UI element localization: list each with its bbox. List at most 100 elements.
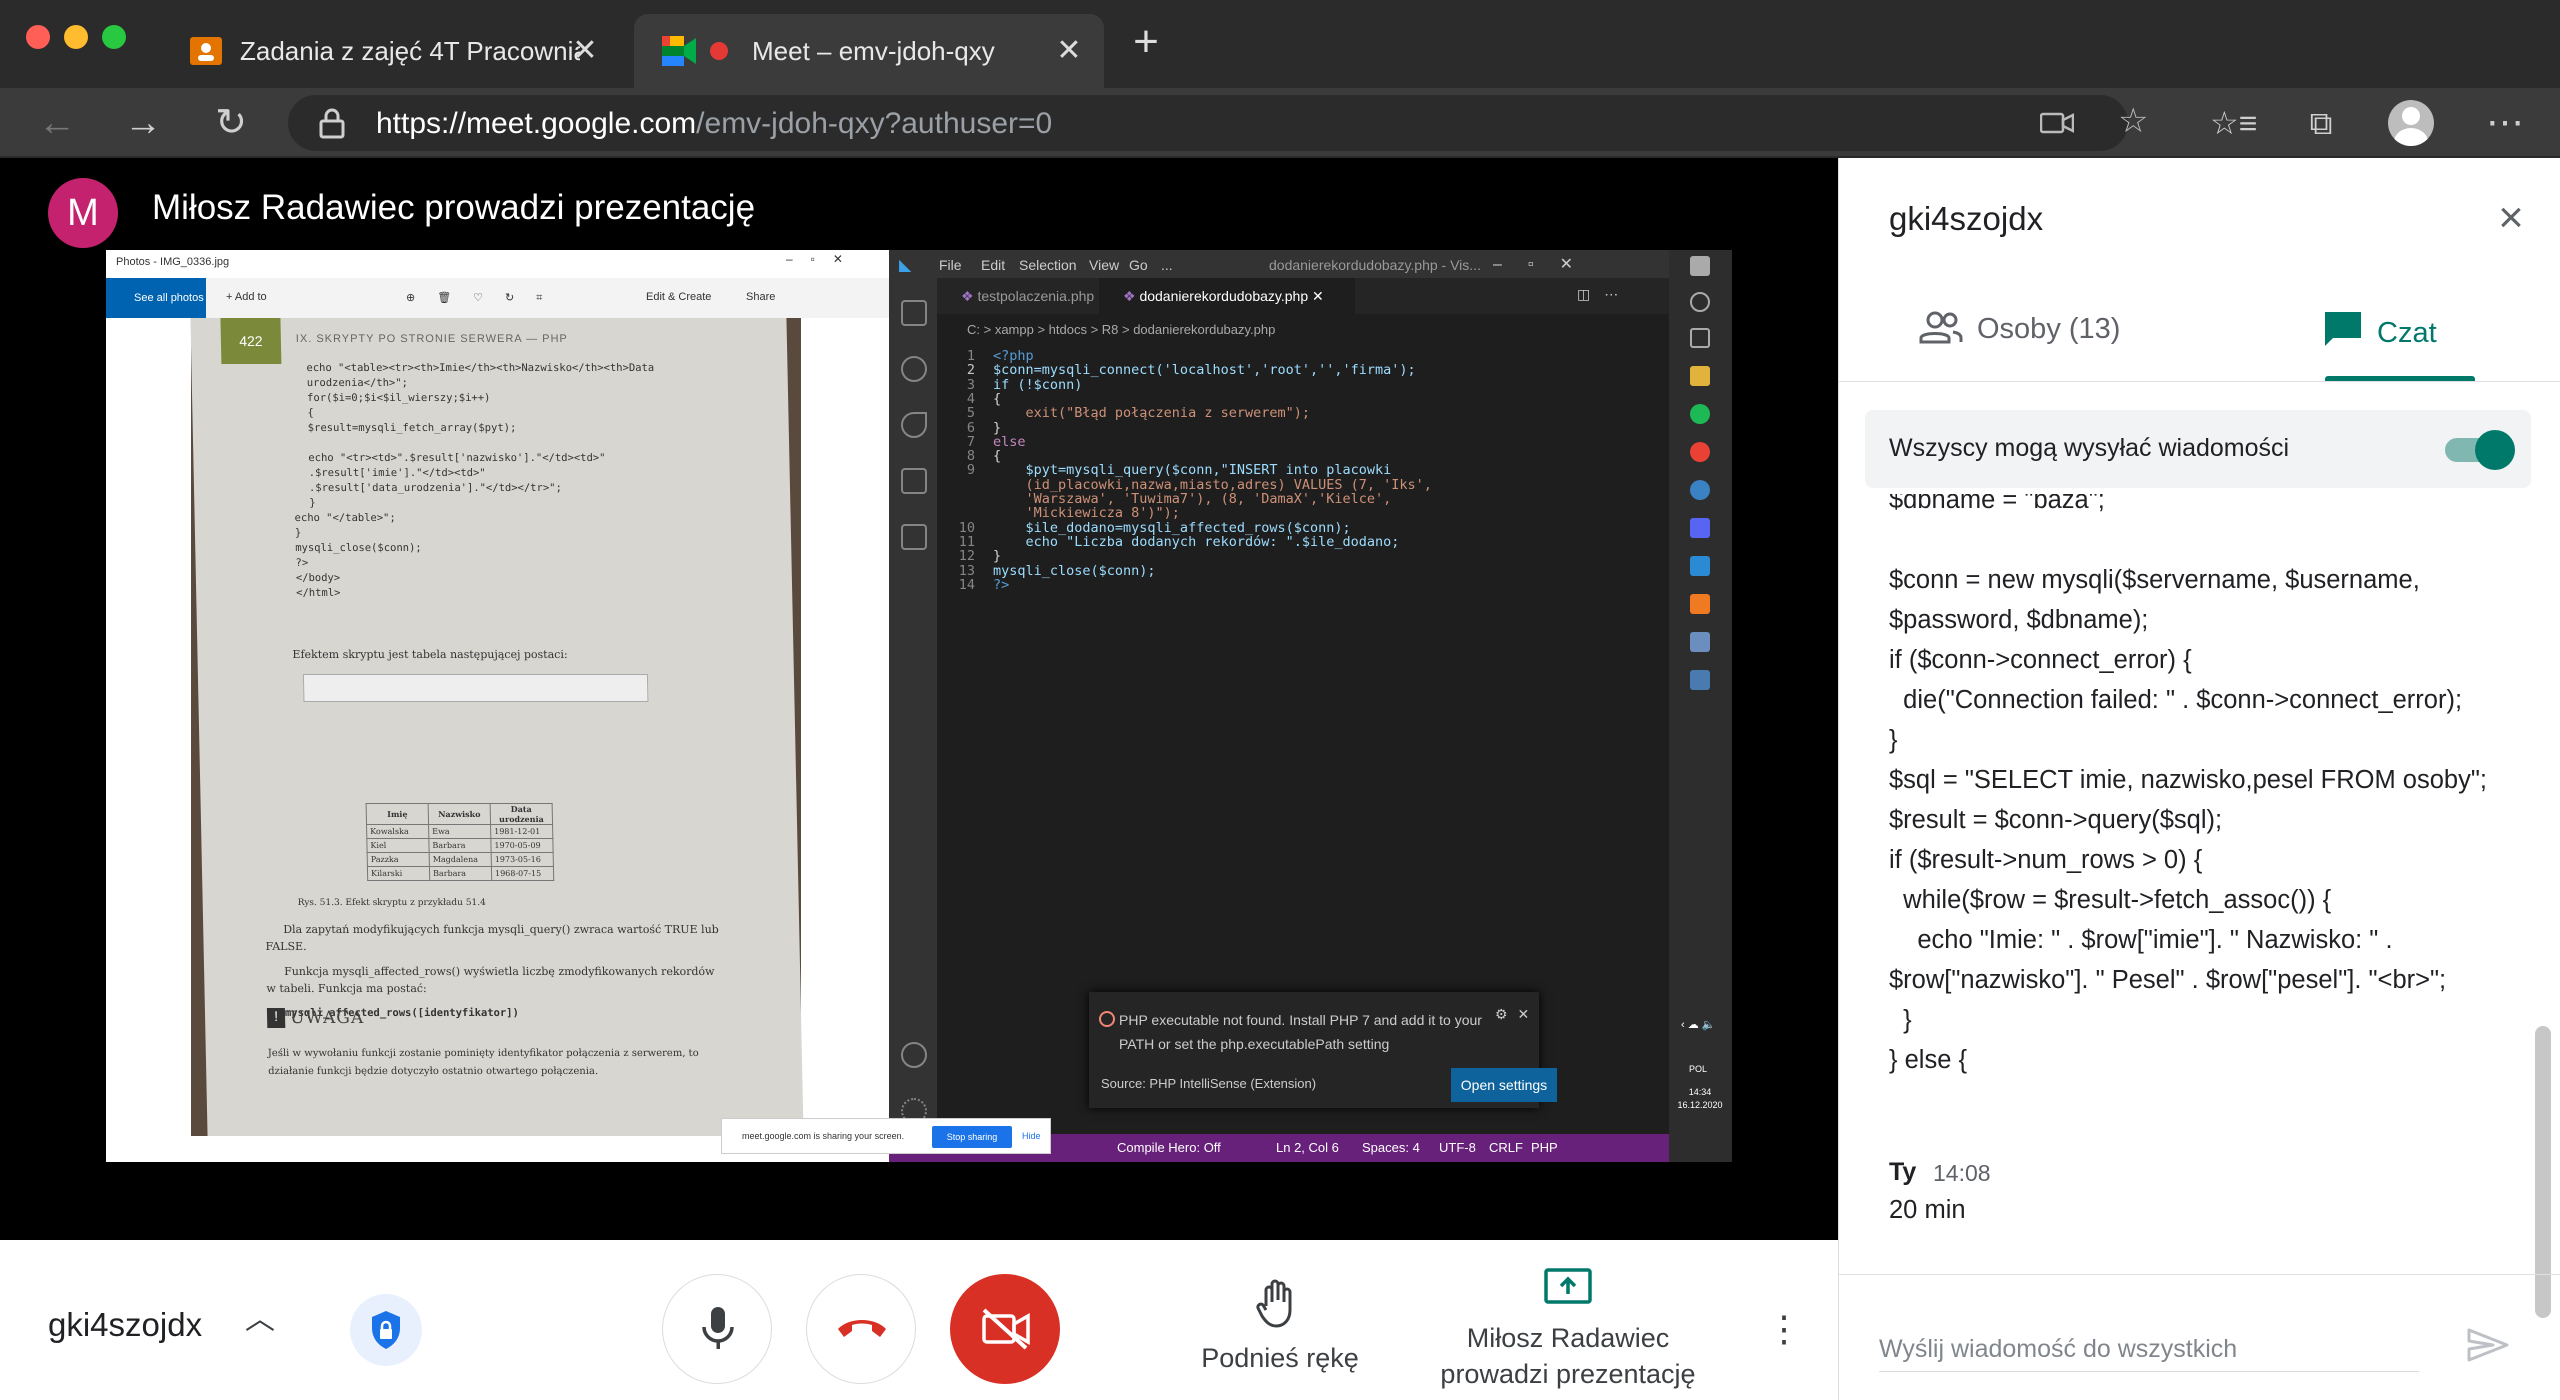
book-table: Imię Nazwisko Data urodzenia Kowalska Ewa 19… — [366, 803, 555, 881]
uwaga-text-1: Jeśli w wywołaniu funkcji zostanie pomin… — [267, 1048, 699, 1059]
more-menu-icon[interactable]: ⋯ — [2482, 100, 2528, 146]
book-code-line: .$result['imie']."</td><td>" — [308, 467, 486, 479]
status-encoding: UTF-8 — [1439, 1140, 1476, 1155]
message-time: 14:08 — [1933, 1160, 1991, 1186]
uwaga-heading: UWAGA — [289, 1008, 365, 1028]
vscode-activity-bar — [889, 278, 937, 1134]
table-cell: Kilarski — [367, 866, 430, 881]
raise-hand-icon[interactable] — [1256, 1278, 1302, 1330]
vscode-taskbar-icon — [1690, 556, 1710, 576]
close-tab-icon[interactable]: ✕ — [570, 36, 600, 66]
vscode-code-editor: 1 <?php 2 $conn=mysqli_connect('localhost',… — [937, 348, 1637, 848]
code-line: exit("Błąd połączenia z serwerem"); — [993, 405, 1310, 422]
raise-hand-label[interactable]: Podnieś rękę — [1180, 1340, 1380, 1376]
browser-icon — [1690, 480, 1710, 500]
classroom-icon — [190, 37, 222, 65]
source-control-icon — [901, 412, 927, 438]
table-cell: Magdalena — [429, 852, 492, 867]
presentation-stage: M Miłosz Radawiec prowadzi prezentację P… — [0, 158, 1838, 1240]
code-line: echo "Liczba dodanych rekordów: ".$ile_d… — [993, 533, 1400, 550]
close-window-button[interactable] — [26, 25, 50, 49]
meeting-code: gki4szojdx — [48, 1306, 203, 1343]
table-cell: Pazzka — [367, 852, 430, 867]
profile-avatar[interactable] — [2388, 100, 2434, 146]
browser-tab-bar: Zadania z zajęć 4T Pracownia ✕ Meet – em… — [0, 0, 2560, 88]
menu-edit: Edit — [981, 257, 1006, 273]
menu-selection: Selection — [1019, 257, 1077, 273]
discord-icon — [1690, 518, 1710, 538]
book-paragraph-line: FALSE. — [265, 940, 307, 953]
windows-taskbar: ‹ ☁ 🔈 POL 14:34 16.12.2020 — [1669, 250, 1732, 1162]
security-shield-button[interactable] — [350, 1294, 422, 1366]
collections-icon[interactable]: ⧉ — [2298, 100, 2344, 146]
camera-in-use-icon[interactable] — [2040, 111, 2074, 135]
chat-permission-setting: Wszyscy mogą wysyłać wiadomości — [1865, 410, 2531, 488]
camera-off-button[interactable] — [950, 1274, 1060, 1384]
microphone-button[interactable] — [662, 1274, 772, 1384]
tab-people[interactable]: Osoby (13) — [1919, 310, 2120, 346]
minimize-window-button[interactable] — [64, 25, 88, 49]
browser-tab-classroom[interactable]: Zadania z zajęć 4T Pracownia ✕ — [160, 14, 620, 88]
present-screen-icon[interactable] — [1544, 1268, 1592, 1306]
figure-caption: Rys. 51.3. Efekt skryptu z przykładu 51.… — [297, 898, 486, 908]
microphone-icon — [702, 1307, 734, 1349]
tab-chat[interactable]: Czat — [2323, 310, 2437, 350]
chat-icon — [2325, 312, 2361, 346]
page-number: 422 — [220, 318, 282, 364]
table-cell: Kiel — [366, 838, 430, 853]
vscode-titlebar: ◣ File Edit Selection View Go ... dodani… — [889, 250, 1669, 278]
message-sender: Ty — [1889, 1158, 1917, 1186]
chat-messages: $dbname = "baza"; $conn = new mysqli($se… — [1889, 494, 2489, 1314]
close-panel-icon[interactable]: × — [2489, 196, 2533, 242]
book-code-line: { — [307, 407, 314, 419]
book-code-line: </body> — [295, 572, 341, 584]
vscode-window-title: dodanierekordudobazy.php - Vis... — [1269, 257, 1481, 273]
tab-title: Meet – emv-jdoh-qxy — [752, 35, 995, 66]
share-button: Share — [746, 291, 776, 303]
table-cell: 1970-05-09 — [490, 838, 554, 853]
favorites-list-icon[interactable]: ☆≡ — [2210, 100, 2257, 146]
presenter-avatar: M — [48, 178, 118, 248]
new-tab-button[interactable]: + — [1126, 20, 1166, 64]
maximize-window-button[interactable] — [102, 25, 126, 49]
table-row: Kowalska Ewa 1981-12-01 — [366, 824, 553, 839]
edit-create-button: Edit & Create — [646, 291, 712, 303]
line-number: 14 — [958, 576, 975, 593]
taskbar-search-icon — [1690, 292, 1710, 312]
leave-call-button[interactable] — [806, 1274, 916, 1384]
close-tab-icon[interactable]: ✕ — [1054, 36, 1084, 66]
photos-toolbar: See all photos + Add to ⊕🗑♡↻⌗ Edit & Cre… — [106, 278, 889, 318]
table-cell: 1968-07-15 — [491, 866, 554, 881]
favorite-star-icon[interactable]: ☆ — [2118, 101, 2148, 141]
chat-message: $dbname = "baza"; $conn = new mysqli($se… — [1889, 494, 2487, 1074]
notification-text: PHP executable not found. Install PHP 7 … — [1119, 1012, 1482, 1052]
forward-arrow-icon[interactable]: → — [120, 100, 166, 146]
page-heading: IX. SKRYPTY PO STRONIE SERWERA — PHP — [295, 333, 568, 345]
more-options-icon[interactable]: ⋮ — [1764, 1304, 1804, 1354]
run-debug-icon — [901, 468, 927, 494]
status-cursor: Ln 2, Col 6 — [1276, 1140, 1339, 1155]
open-settings-button: Open settings — [1451, 1068, 1557, 1102]
xampp-icon — [1690, 594, 1710, 614]
recording-dot-icon — [710, 42, 728, 60]
presenter-label: Miłosz Radawiec prowadzi prezentację — [152, 188, 756, 227]
presenting-label[interactable]: Miłosz Radawiec prowadzi prezentację — [1418, 1320, 1718, 1392]
tab-title: Zadania z zajęć 4T Pracownia — [240, 35, 580, 66]
chevron-up-icon[interactable]: ︿ — [242, 1302, 278, 1338]
table-row: Kilarski Barbara 1968-07-15 — [367, 866, 554, 881]
table-header: Data urodzenia — [490, 803, 553, 825]
send-icon[interactable] — [2463, 1320, 2513, 1370]
chat-side-panel: gki4szojdx × Osoby (13) Czat Wszyscy mog… — [1838, 158, 2560, 1400]
toggle-knob[interactable] — [2475, 430, 2515, 470]
back-arrow-icon[interactable]: ← — [34, 100, 80, 146]
table-row: Pazzka Magdalena 1973-05-16 — [367, 852, 554, 867]
tray-icons: ‹ ☁ 🔈 — [1681, 1019, 1716, 1031]
book-paragraph-line: Funkcja mysqli_affected_rows() wyświetla… — [283, 965, 715, 978]
browser-tab-meet[interactable]: Meet – emv-jdoh-qxy ✕ — [634, 14, 1104, 88]
chat-message-input[interactable] — [1879, 1328, 2419, 1372]
book-code-line: for($i=0;$i<$il_wierszy;$i++) — [306, 392, 491, 404]
book-code-line: echo "<tr><td>".$result['nazwisko']."</t… — [308, 452, 606, 464]
taskbar-clock: 14:34 16.12.2020 — [1677, 1087, 1723, 1110]
reload-icon[interactable]: ↻ — [208, 100, 254, 146]
address-bar[interactable]: https://meet.google.com/emv-jdoh-qxy?aut… — [288, 95, 2148, 151]
